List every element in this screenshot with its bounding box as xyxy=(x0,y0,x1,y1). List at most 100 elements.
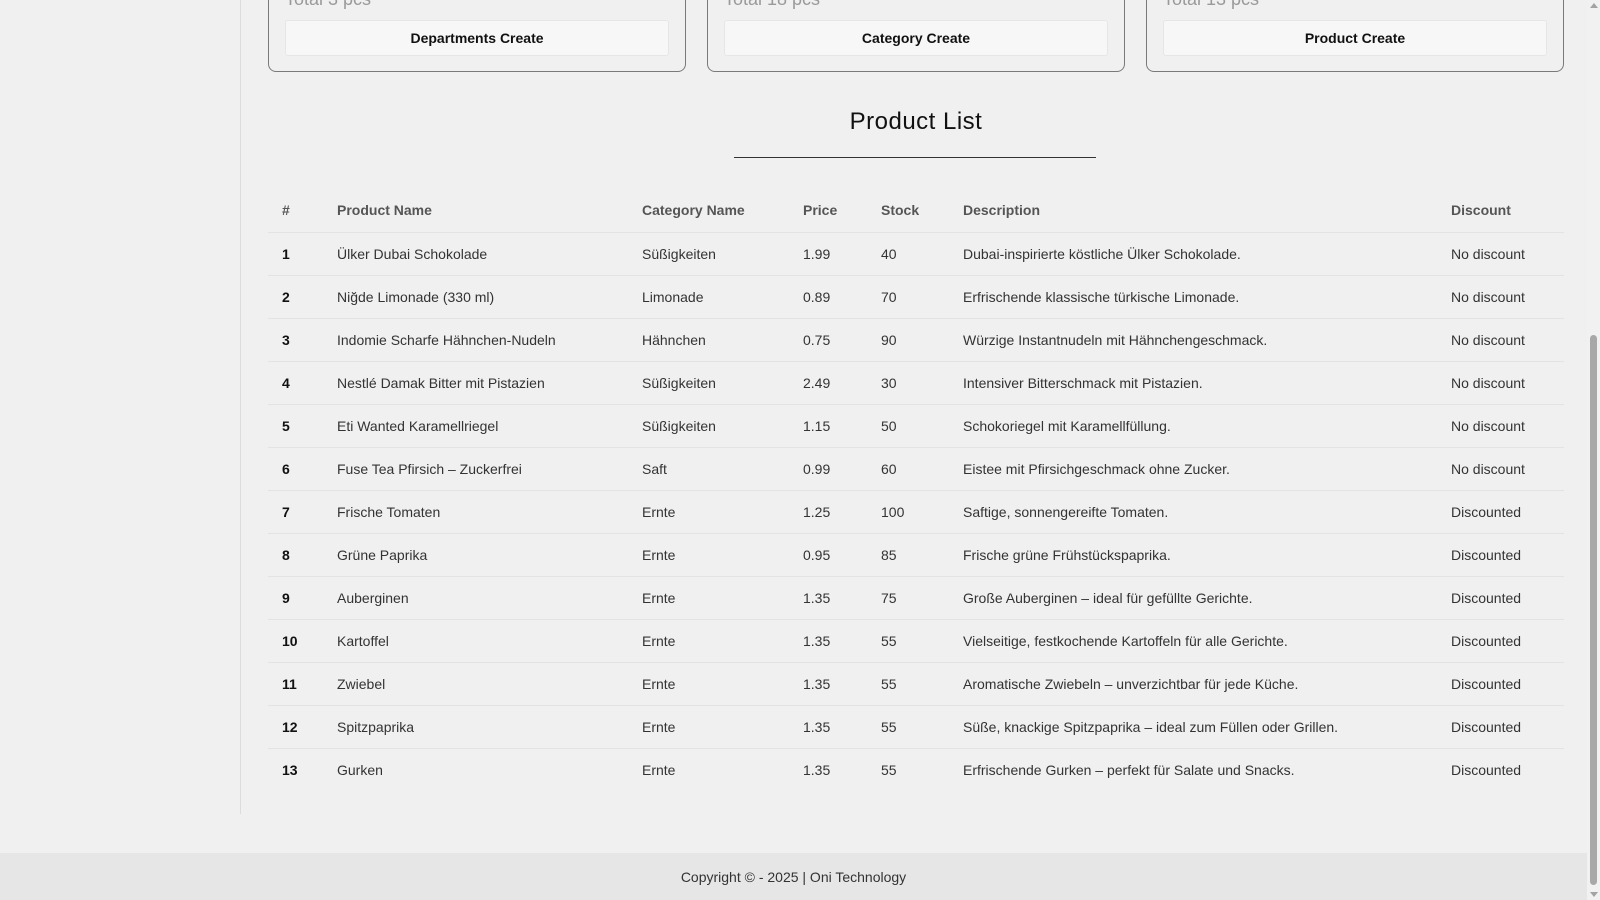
cell-price: 1.35 xyxy=(789,705,867,749)
header-description: Description xyxy=(949,189,1437,233)
cell-number: 13 xyxy=(282,761,298,778)
cell-discount: Discounted xyxy=(1437,490,1564,534)
cell-description: Intensiver Bitterschmack mit Pistazien. xyxy=(949,361,1437,405)
cell-number: 1 xyxy=(268,232,323,276)
cell-discount: No discount xyxy=(1437,361,1564,405)
cell-description: Frische grüne Frühstückspaprika. xyxy=(949,533,1437,577)
product-card: Total 13 pcs Product Create xyxy=(1146,0,1564,72)
product-total: Total 13 pcs xyxy=(1163,0,1259,10)
cell-product-name: Ülker Dubai Schokolade xyxy=(323,232,628,276)
cell-price: 1.35 xyxy=(789,619,867,663)
table-row: 13 Gurken Ernte 1.35 55 Erfrischende Gurken –… xyxy=(268,748,1564,791)
cell-stock: 70 xyxy=(867,275,949,319)
cell-description: Saftige, sonnengereifte Tomaten. xyxy=(949,490,1437,534)
cell-discount: Discounted xyxy=(1451,761,1522,778)
table-row: 2 Niğde Limonade (330 ml) Limonade 0.89 70 Er… xyxy=(268,275,1564,319)
cell-category-name: Ernte xyxy=(628,576,789,620)
product-create-button[interactable]: Product Create xyxy=(1163,20,1547,56)
cell-description: Eistee mit Pfirsichgeschmack ohne Zucker… xyxy=(949,447,1437,491)
cell-product-name: Frische Tomaten xyxy=(323,490,628,534)
departments-create-button[interactable]: Departments Create xyxy=(285,20,669,56)
product-list-title: Product List xyxy=(849,108,983,135)
cell-description: Dubai-inspirierte köstliche Ülker Schoko… xyxy=(949,232,1437,276)
cell-stock: 55 xyxy=(881,761,897,778)
table-header-row: # Product Name Category Name Price Stock… xyxy=(268,189,1564,233)
table-body: 1 Ülker Dubai Schokolade Süßigkeiten 1.99 40… xyxy=(268,232,1564,791)
cell-description: Aromatische Zwiebeln – unverzichtbar für… xyxy=(949,662,1437,706)
departments-total: Total 3 pcs xyxy=(285,0,371,10)
cell-price: 1.35 xyxy=(789,662,867,706)
cell-category-name: Ernte xyxy=(628,490,789,534)
cell-price: 0.95 xyxy=(789,533,867,577)
cell-number: 7 xyxy=(268,490,323,534)
cell-stock: 50 xyxy=(867,404,949,448)
cell-price: 1.25 xyxy=(789,490,867,534)
cell-stock: 75 xyxy=(867,576,949,620)
header-price: Price xyxy=(789,189,867,233)
table-row: 4 Nestlé Damak Bitter mit Pistazien Süßigk… xyxy=(268,361,1564,405)
cell-description: Erfrischende klassische türkische Limona… xyxy=(949,275,1437,319)
cell-price: 1.35 xyxy=(789,576,867,620)
product-table: # Product Name Category Name Price Stock… xyxy=(268,189,1564,791)
cell-discount: No discount xyxy=(1437,275,1564,319)
cell-price: 2.49 xyxy=(789,361,867,405)
table-row: 1 Ülker Dubai Schokolade Süßigkeiten 1.99 40… xyxy=(268,232,1564,276)
cell-price: 0.89 xyxy=(789,275,867,319)
scroll-up-arrow-icon[interactable] xyxy=(1590,3,1598,8)
cell-category-name: Süßigkeiten xyxy=(628,404,789,448)
title-underline xyxy=(734,157,1096,158)
cell-price: 1.99 xyxy=(789,232,867,276)
cell-stock: 30 xyxy=(867,361,949,405)
cell-category-name: Ernte xyxy=(628,619,789,663)
category-card: Total 18 pcs Category Create xyxy=(707,0,1125,72)
scroll-down-arrow-icon[interactable] xyxy=(1590,892,1598,897)
cell-stock: 90 xyxy=(867,318,949,362)
cell-category-name: Ernte xyxy=(628,662,789,706)
cell-discount: Discounted xyxy=(1437,533,1564,577)
cell-product-name: Auberginen xyxy=(323,576,628,620)
cell-discount: No discount xyxy=(1437,232,1564,276)
cell-stock: 40 xyxy=(867,232,949,276)
table-row: 11 Zwiebel Ernte 1.35 55 Aromatische Zwiebeln… xyxy=(268,662,1564,706)
table-row: 10 Kartoffel Ernte 1.35 55 Vielseitige, festk… xyxy=(268,619,1564,663)
cell-discount: Discounted xyxy=(1437,705,1564,749)
cell-product-name: Kartoffel xyxy=(323,619,628,663)
cell-description: Süße, knackige Spitzpaprika – ideal zum … xyxy=(949,705,1437,749)
cell-number: 10 xyxy=(268,619,323,663)
cell-product-name: Niğde Limonade (330 ml) xyxy=(323,275,628,319)
cell-price: 1.15 xyxy=(789,404,867,448)
cell-discount: No discount xyxy=(1437,404,1564,448)
cell-discount: Discounted xyxy=(1437,576,1564,620)
cell-description: Vielseitige, festkochende Kartoffeln für… xyxy=(949,619,1437,663)
cell-description: Würzige Instantnudeln mit Hähnchengeschm… xyxy=(949,318,1437,362)
vertical-scrollbar[interactable] xyxy=(1587,0,1600,900)
scrollbar-thumb[interactable] xyxy=(1590,335,1597,885)
category-create-button[interactable]: Category Create xyxy=(724,20,1108,56)
cell-category-name: Saft xyxy=(628,447,789,491)
cell-stock: 55 xyxy=(867,619,949,663)
category-total: Total 18 pcs xyxy=(724,0,820,10)
table-row: 6 Fuse Tea Pfirsich – Zuckerfrei Saft 0.99 6… xyxy=(268,447,1564,491)
cell-product-name: Spitzpaprika xyxy=(323,705,628,749)
table-row: 8 Grüne Paprika Ernte 0.95 85 Frische grüne F… xyxy=(268,533,1564,577)
cell-number: 2 xyxy=(268,275,323,319)
cell-category-name: Süßigkeiten xyxy=(628,361,789,405)
copyright-text: Copyright © - 2025 | Oni Technology xyxy=(680,868,907,885)
cell-description: Erfrischende Gurken – perfekt für Salate… xyxy=(963,761,1295,778)
cell-stock: 85 xyxy=(867,533,949,577)
cell-category-name: Limonade xyxy=(628,275,789,319)
header-category-name: Category Name xyxy=(628,189,789,233)
cell-number: 3 xyxy=(268,318,323,362)
cell-discount: No discount xyxy=(1437,447,1564,491)
cell-category-name: Ernte xyxy=(628,533,789,577)
cell-category-name: Hähnchen xyxy=(628,318,789,362)
cell-product-name: Nestlé Damak Bitter mit Pistazien xyxy=(323,361,628,405)
cell-stock: 100 xyxy=(867,490,949,534)
header-product-name: Product Name xyxy=(323,189,628,233)
table-row: 12 Spitzpaprika Ernte 1.35 55 Süße, knackige … xyxy=(268,705,1564,749)
cell-discount: Discounted xyxy=(1437,619,1564,663)
header-number: # xyxy=(268,189,323,233)
cell-description: Große Auberginen – ideal für gefüllte Ge… xyxy=(949,576,1437,620)
cell-product-name: Fuse Tea Pfirsich – Zuckerfrei xyxy=(323,447,628,491)
cell-product-name: Indomie Scharfe Hähnchen-Nudeln xyxy=(323,318,628,362)
